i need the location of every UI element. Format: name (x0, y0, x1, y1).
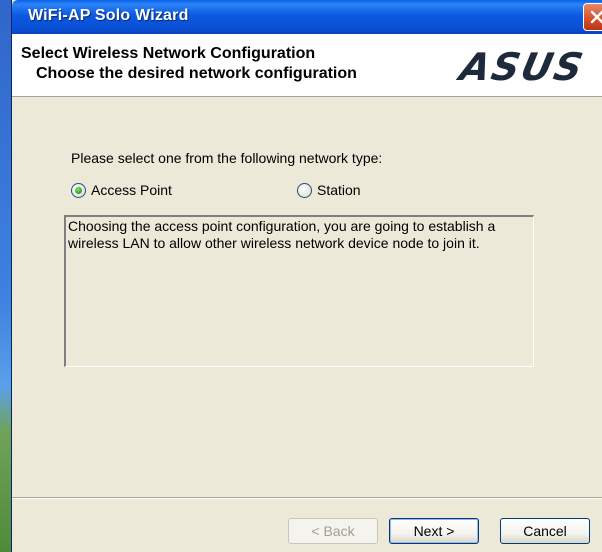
network-type-prompt: Please select one from the following net… (71, 150, 383, 166)
title-bar[interactable]: WiFi-AP Solo Wizard (12, 0, 602, 34)
window-title: WiFi-AP Solo Wizard (28, 7, 189, 24)
close-button[interactable] (583, 3, 602, 31)
page-title: Select Wireless Network Configuration (21, 45, 316, 62)
wizard-header: Select Wireless Network Configuration Ch… (12, 34, 602, 97)
description-box: Choosing the access point configuration,… (64, 215, 534, 367)
next-button[interactable]: Next > (389, 518, 479, 544)
station-label[interactable]: Station (317, 182, 361, 198)
radio-button-icon[interactable] (297, 182, 312, 198)
cancel-button[interactable]: Cancel (500, 518, 590, 544)
wizard-window: WiFi-AP Solo Wizard Select Wireless Netw… (11, 0, 602, 552)
description-text: Choosing the access point configuration,… (68, 218, 496, 251)
radio-station[interactable]: Station (297, 182, 361, 198)
access-point-label[interactable]: Access Point (91, 182, 172, 198)
radio-access-point[interactable]: Access Point (71, 182, 172, 198)
asus-logo-text: ASUS (453, 50, 588, 84)
page-subtitle: Choose the desired network configuration (36, 65, 357, 82)
asus-logo: ASUS (453, 50, 588, 84)
radio-button-icon[interactable] (71, 182, 86, 198)
close-icon (590, 10, 602, 24)
back-button[interactable]: < Back (288, 518, 378, 544)
footer-separator (12, 497, 602, 499)
